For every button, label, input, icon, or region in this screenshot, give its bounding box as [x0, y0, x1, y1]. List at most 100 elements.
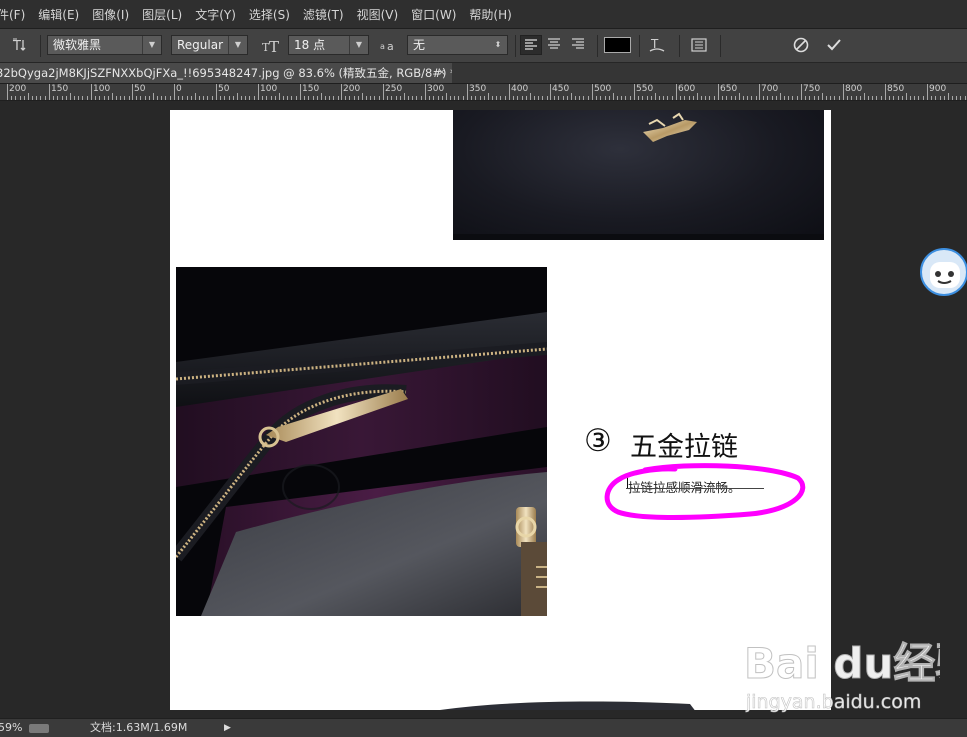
ruler-tick	[195, 93, 196, 100]
ruler-tick	[513, 96, 514, 100]
document-size: 文档:1.63M/1.69M	[90, 721, 188, 734]
antialias-value: 无	[413, 38, 426, 52]
menu-help[interactable]: 帮助(H)	[469, 6, 511, 23]
document-tab[interactable]: 32bQyga2jM8KJjSZFNXXbQjFXa_!!695348247.j…	[0, 63, 452, 83]
ruler-tick	[62, 96, 63, 100]
document-tab-title: 32bQyga2jM8KJjSZFNXXbQjFXa_!!695348247.j…	[0, 66, 452, 80]
ruler-tick	[416, 96, 417, 100]
ruler-tick	[362, 93, 363, 100]
ruler-label: 500	[594, 84, 612, 94]
ruler-label: 250	[385, 84, 403, 94]
commit-check-icon[interactable]	[825, 36, 843, 54]
zoom-level[interactable]: 59%	[0, 719, 22, 737]
ruler-label: 800	[845, 84, 863, 94]
antialias-icon: a a	[380, 40, 394, 53]
horizontal-ruler[interactable]: 200 150 100 50 0 50 100 150 200 250 300 350 400 450 50…	[0, 84, 967, 101]
ruler-tick	[383, 84, 384, 100]
warp-text-icon[interactable]: T	[648, 36, 666, 54]
canvas-area[interactable]: ③ 五金拉链 拉链拉感顺滑流畅。 Bai du经验 jingyan.baidu.…	[0, 101, 967, 718]
ruler-tick	[404, 93, 405, 100]
ruler-tick	[613, 93, 614, 100]
ruler-label: 150	[51, 84, 69, 94]
ruler-tick	[940, 96, 941, 100]
ruler-tick	[279, 93, 280, 100]
ruler-tick	[709, 96, 710, 100]
ruler-label: 300	[427, 84, 445, 94]
ruler-tick	[655, 93, 656, 100]
ruler-tick	[864, 93, 865, 100]
ruler-tick	[74, 96, 75, 100]
ruler-tick	[408, 96, 409, 100]
font-size-select[interactable]: 18 点 ▼	[288, 35, 369, 55]
ruler-tick	[563, 96, 564, 100]
align-center-button[interactable]	[544, 35, 566, 55]
ruler-tick	[847, 96, 848, 100]
text-orientation-icon[interactable]: T	[12, 36, 30, 54]
ruler-tick	[822, 93, 823, 100]
close-icon[interactable]: ×	[438, 63, 446, 83]
ruler-tick	[78, 96, 79, 100]
ruler-tick	[317, 96, 318, 100]
font-family-select[interactable]: 微软雅黑 ▼	[47, 35, 162, 55]
ruler-tick	[910, 96, 911, 100]
ruler-tick	[542, 96, 543, 100]
ruler-tick	[550, 84, 551, 100]
zipper-photo	[176, 267, 547, 616]
ruler-tick	[220, 96, 221, 100]
ruler-tick	[300, 84, 301, 100]
ruler-tick	[575, 96, 576, 100]
ruler-tick	[308, 96, 309, 100]
floating-assistant-avatar[interactable]	[920, 248, 967, 296]
menu-filter[interactable]: 滤镜(T)	[303, 6, 344, 23]
document-canvas[interactable]: ③ 五金拉链 拉链拉感顺滑流畅。	[170, 110, 831, 710]
menu-file[interactable]: 件(F)	[0, 6, 25, 23]
ruler-label: 850	[887, 84, 905, 94]
ruler-tick	[237, 93, 238, 100]
ruler-tick	[45, 96, 46, 100]
menu-layer[interactable]: 图层(L)	[142, 6, 182, 23]
antialias-select[interactable]: 无 ⬍	[407, 35, 508, 55]
separator	[40, 35, 41, 57]
ruler-tick	[659, 96, 660, 100]
align-center-icon	[548, 38, 560, 49]
ruler-tick	[830, 96, 831, 100]
ruler-tick	[396, 96, 397, 100]
ruler-tick	[792, 96, 793, 100]
ruler-tick	[965, 96, 966, 100]
ruler-tick	[429, 96, 430, 100]
ruler-tick	[296, 96, 297, 100]
ruler-tick	[108, 96, 109, 100]
ruler-tick	[763, 96, 764, 100]
menu-type[interactable]: 文字(Y)	[195, 6, 236, 23]
font-style-select[interactable]: Regular ▼	[171, 35, 248, 55]
separator	[515, 35, 516, 57]
text-color-swatch[interactable]	[604, 37, 631, 53]
menu-image[interactable]: 图像(I)	[92, 6, 129, 23]
ruler-tick	[325, 96, 326, 100]
ruler-tick	[718, 84, 719, 100]
ruler-tick	[153, 93, 154, 100]
menu-select[interactable]: 选择(S)	[249, 6, 290, 23]
align-right-button[interactable]	[568, 35, 590, 55]
ruler-tick	[780, 93, 781, 100]
ruler-tick	[851, 96, 852, 100]
options-bar: T 微软雅黑 ▼ Regular ▼ T T 18 点 ▼ a a 无 ⬍ T	[0, 29, 967, 63]
ruler-tick	[743, 96, 744, 100]
ruler-tick	[684, 96, 685, 100]
menu-view[interactable]: 视图(V)	[357, 6, 399, 23]
ruler-tick	[433, 96, 434, 100]
menu-edit[interactable]: 编辑(E)	[38, 6, 79, 23]
status-menu-arrow-icon[interactable]: ▶	[224, 719, 231, 737]
character-panel-icon[interactable]	[690, 36, 708, 54]
ruler-tick	[446, 93, 447, 100]
ruler-tick	[57, 96, 58, 100]
align-left-button[interactable]	[520, 35, 542, 55]
ruler-tick	[28, 93, 29, 100]
proof-setup-icon[interactable]	[29, 724, 49, 733]
ruler-tick	[174, 84, 175, 100]
menu-window[interactable]: 窗口(W)	[411, 6, 456, 23]
ruler-tick	[705, 96, 706, 100]
cancel-icon[interactable]	[792, 36, 810, 54]
bag-top-illustration	[453, 112, 824, 240]
ruler-tick	[442, 96, 443, 100]
